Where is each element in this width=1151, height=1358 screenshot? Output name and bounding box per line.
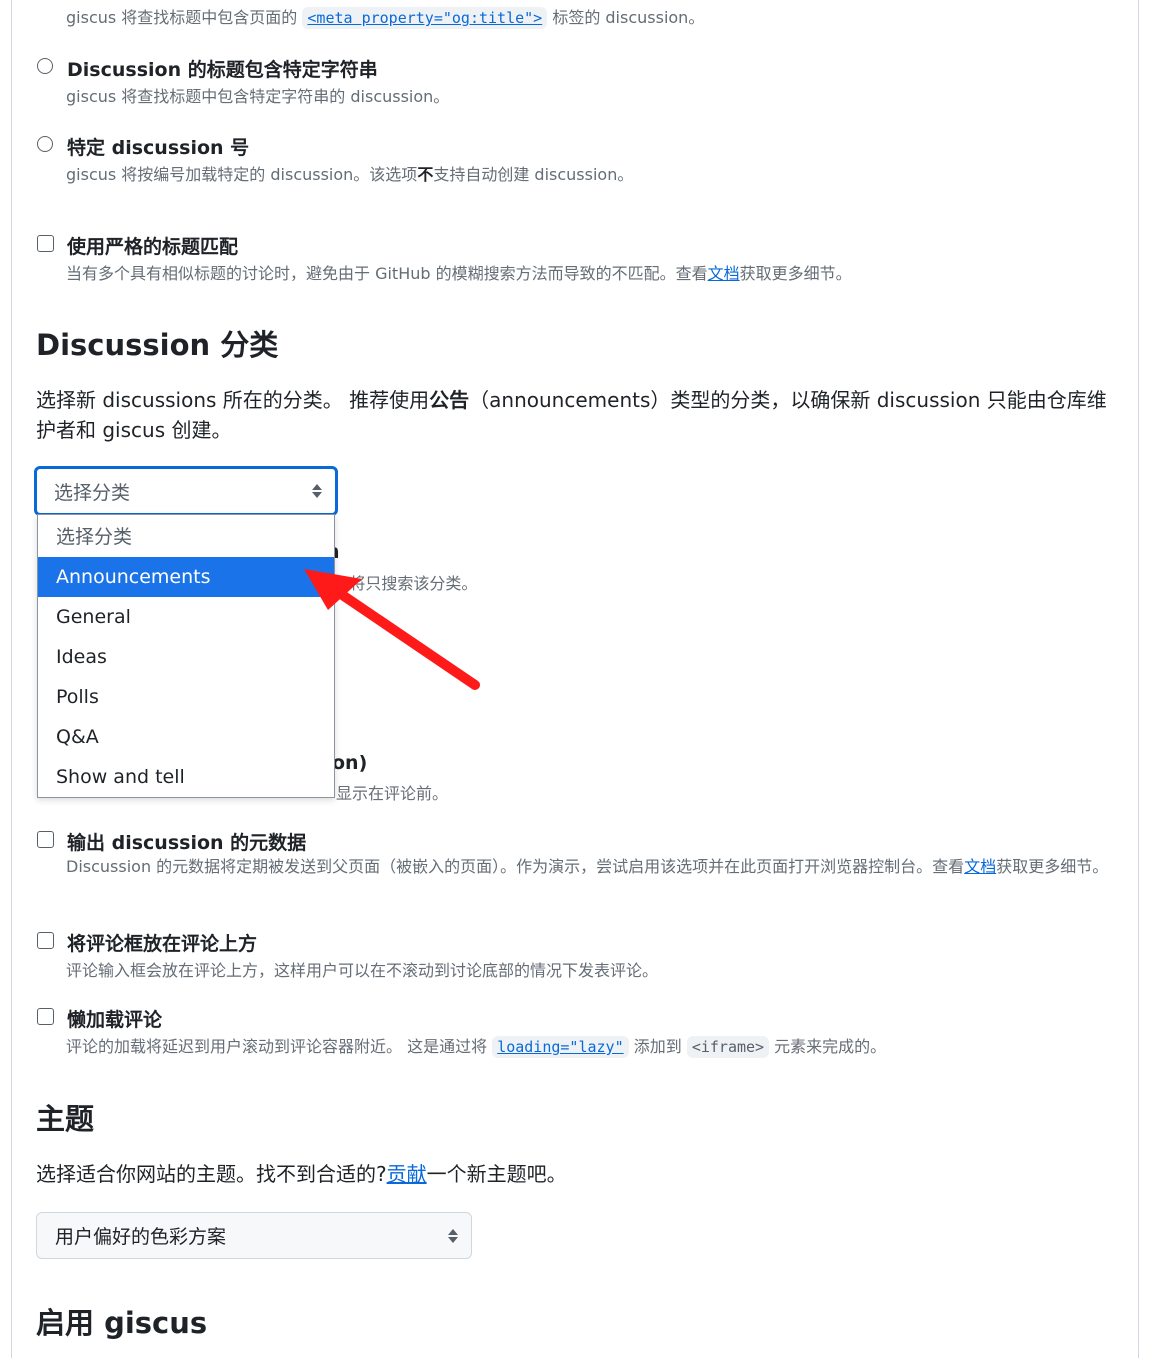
select-arrows-icon (448, 1228, 458, 1243)
strict-desc-post: 获取更多细节。 (739, 264, 852, 283)
radio-specific-number[interactable] (37, 136, 53, 152)
emit-metadata-desc: Discussion 的元数据将定期被发送到父页面（被嵌入的页面）。作为演示，尝… (66, 855, 1116, 878)
strict-matching-label: 使用严格的标题匹配 (67, 236, 239, 258)
lazy-desc-post: 元素来完成的。 (774, 1037, 887, 1056)
specific-number-desc-post: 支持自动创建 discussion。 (433, 165, 634, 184)
hidden-option2-desc-fragment: 显示在评论前。 (336, 784, 449, 803)
category-heading: Discussion 分类 (36, 328, 279, 362)
strict-desc-pre: 当有多个具有相似标题的讨论时，避免由于 GitHub 的模糊搜索方法而导致的不匹… (66, 264, 708, 283)
category-description: 选择新 discussions 所在的分类。 推荐使用公告（announceme… (36, 385, 1116, 445)
enable-giscus-heading: 启用 giscus (36, 1306, 208, 1340)
option-specific-number-desc: giscus 将按编号加载特定的 discussion。该选项不支持自动创建 d… (66, 161, 633, 185)
dropdown-option-show-and-tell[interactable]: Show and tell (38, 757, 334, 797)
checkbox-emit-metadata[interactable] (37, 831, 54, 848)
checkbox-input-top[interactable] (37, 932, 54, 949)
option-title-contains-desc: giscus 将查找标题中包含特定字符串的 discussion。 (66, 87, 450, 106)
metadata-docs-link[interactable]: 文档 (964, 857, 996, 876)
input-top-label: 将评论框放在评论上方 (67, 933, 258, 955)
category-select-value: 选择分类 (54, 481, 131, 504)
category-desc-pre: 选择新 discussions 所在的分类。 推荐使用 (36, 388, 430, 412)
theme-desc-pre: 选择适合你网站的主题。找不到合适的? (36, 1162, 387, 1186)
checkbox-lazy-load[interactable] (37, 1008, 54, 1025)
og-title-desc-post: 标签的 discussion。 (552, 8, 705, 27)
theme-desc-post: 一个新主题吧。 (426, 1162, 567, 1186)
lazy-load-desc: 评论的加载将延迟到用户滚动到评论容器附近。 这是通过将 loading="laz… (66, 1033, 887, 1058)
theme-description: 选择适合你网站的主题。找不到合适的?贡献一个新主题吧。 (36, 1159, 567, 1189)
input-top-desc: 评论输入框会放在评论上方，这样用户可以在不滚动到讨论底部的情况下发表评论。 (66, 961, 659, 980)
checkbox-strict-matching[interactable] (37, 235, 54, 252)
select-arrows-icon (312, 484, 322, 498)
lazy-desc-mid: 添加到 (633, 1037, 682, 1056)
strict-docs-link[interactable]: 文档 (708, 264, 740, 283)
metadata-desc-post: 获取更多细节。 (996, 857, 1109, 876)
dropdown-option-placeholder[interactable]: 选择分类 (38, 515, 334, 557)
theme-select-value: 用户偏好的色彩方案 (55, 1226, 227, 1248)
iframe-code: <iframe> (686, 1036, 770, 1058)
theme-heading: 主题 (36, 1102, 95, 1136)
emit-metadata-label: 输出 discussion 的元数据 (67, 832, 307, 854)
specific-number-desc-bold: 不 (417, 165, 434, 184)
lazy-loading-code[interactable]: loading="lazy" (492, 1036, 629, 1058)
option-title-contains-label: Discussion 的标题包含特定字符串 (67, 59, 378, 81)
lazy-load-label: 懒加载评论 (67, 1009, 163, 1031)
lazy-desc-pre: 评论的加载将延迟到用户滚动到评论容器附近。 这是通过将 (66, 1037, 488, 1056)
theme-select[interactable]: 用户偏好的色彩方案 (36, 1212, 472, 1259)
og-title-code[interactable]: <meta property="og:title"> (302, 7, 548, 29)
dropdown-option-qa[interactable]: Q&A (38, 717, 334, 757)
hidden-option2-label-fragment: on) (332, 752, 368, 774)
og-title-option-description: giscus 将查找标题中包含页面的 <meta property="og:ti… (66, 4, 705, 29)
red-arrow-annotation (304, 569, 480, 690)
specific-number-desc-pre: giscus 将按编号加载特定的 discussion。该选项 (66, 165, 418, 184)
strict-matching-desc: 当有多个具有相似标题的讨论时，避免由于 GitHub 的模糊搜索方法而导致的不匹… (66, 260, 852, 284)
og-title-desc-pre: giscus 将查找标题中包含页面的 (66, 8, 298, 27)
option-specific-number-label: 特定 discussion 号 (67, 137, 250, 159)
radio-title-contains[interactable] (37, 58, 53, 74)
category-desc-bold: 公告 (429, 388, 470, 412)
metadata-desc-pre: Discussion 的元数据将定期被发送到父页面（被嵌入的页面）。作为演示，尝… (66, 857, 965, 876)
theme-contribute-link[interactable]: 贡献 (387, 1162, 427, 1186)
category-select[interactable]: 选择分类 (34, 466, 338, 516)
